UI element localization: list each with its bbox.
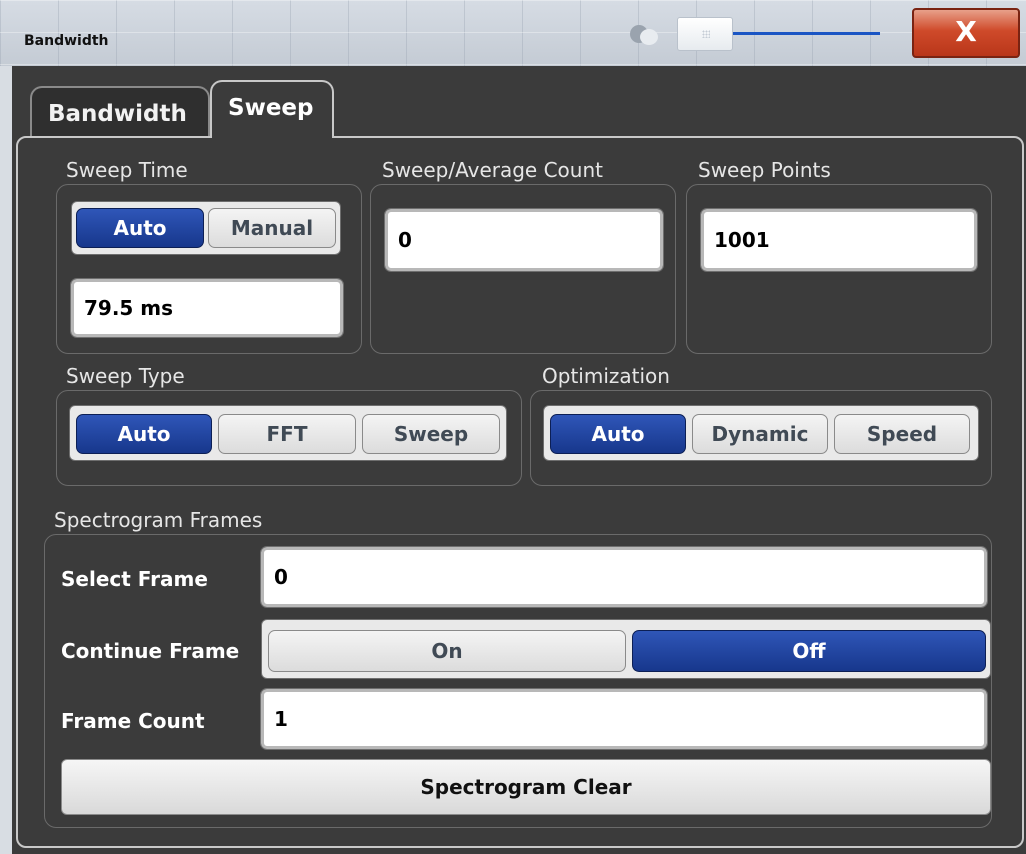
spectrogram-frames-group: Select Frame 0 Continue Frame On Off Fra… <box>44 534 992 828</box>
sweep-type-label: Sweep Type <box>66 364 185 388</box>
continue-frame-label: Continue Frame <box>61 639 240 663</box>
sweep-type-group: Auto FFT Sweep <box>56 390 522 486</box>
optimization-auto-button[interactable]: Auto <box>550 414 686 454</box>
sweep-time-toggle: Auto Manual <box>71 201 341 255</box>
sweep-type-toggle: Auto FFT Sweep <box>69 405 507 461</box>
frame-count-label: Frame Count <box>61 709 205 733</box>
sweep-type-fft-button[interactable]: FFT <box>218 414 356 454</box>
optimization-label: Optimization <box>542 364 670 388</box>
sweep-points-label: Sweep Points <box>698 158 831 182</box>
sweep-average-count-label: Sweep/Average Count <box>382 158 603 182</box>
close-button[interactable]: X <box>912 8 1020 58</box>
transparency-slider-track[interactable] <box>730 32 880 35</box>
sweep-points-group: 1001 <box>686 184 992 354</box>
sweep-points-field[interactable]: 1001 <box>700 208 978 272</box>
sweep-panel: Sweep Time Auto Manual 79.5 ms Sweep/Ave… <box>16 136 1024 848</box>
continue-frame-off-button[interactable]: Off <box>632 630 986 672</box>
select-frame-label: Select Frame <box>61 567 208 591</box>
bandwidth-dialog: Bandwidth Sweep Sweep Time Auto Manual 7… <box>12 66 1026 854</box>
sweep-time-manual-button[interactable]: Manual <box>208 208 336 248</box>
sweep-average-count-field[interactable]: 0 <box>384 208 664 272</box>
sweep-time-label: Sweep Time <box>66 158 188 182</box>
continue-frame-toggle: On Off <box>261 619 991 679</box>
grip-icon <box>702 30 710 38</box>
optimization-group: Auto Dynamic Speed <box>530 390 992 486</box>
frame-count-field[interactable]: 1 <box>260 688 988 750</box>
sweep-time-field[interactable]: 79.5 ms <box>70 278 344 338</box>
sweep-time-auto-button[interactable]: Auto <box>76 208 204 248</box>
title-bar: Bandwidth X <box>0 0 1026 66</box>
window-title: Bandwidth <box>24 33 109 49</box>
optimization-speed-button[interactable]: Speed <box>834 414 970 454</box>
transparency-icon <box>628 23 660 45</box>
sweep-type-auto-button[interactable]: Auto <box>76 414 212 454</box>
sweep-average-count-group: 0 <box>370 184 676 354</box>
tab-bandwidth[interactable]: Bandwidth <box>30 86 210 140</box>
optimization-dynamic-button[interactable]: Dynamic <box>692 414 828 454</box>
optimization-toggle: Auto Dynamic Speed <box>543 405 979 461</box>
tab-sweep[interactable]: Sweep <box>210 80 334 138</box>
spectrogram-clear-button[interactable]: Spectrogram Clear <box>61 759 991 815</box>
sweep-type-sweep-button[interactable]: Sweep <box>362 414 500 454</box>
sweep-time-group: Auto Manual 79.5 ms <box>56 184 362 354</box>
continue-frame-on-button[interactable]: On <box>268 630 626 672</box>
spectrogram-frames-label: Spectrogram Frames <box>54 508 263 532</box>
transparency-slider-handle[interactable] <box>677 17 733 51</box>
select-frame-field[interactable]: 0 <box>260 546 988 608</box>
